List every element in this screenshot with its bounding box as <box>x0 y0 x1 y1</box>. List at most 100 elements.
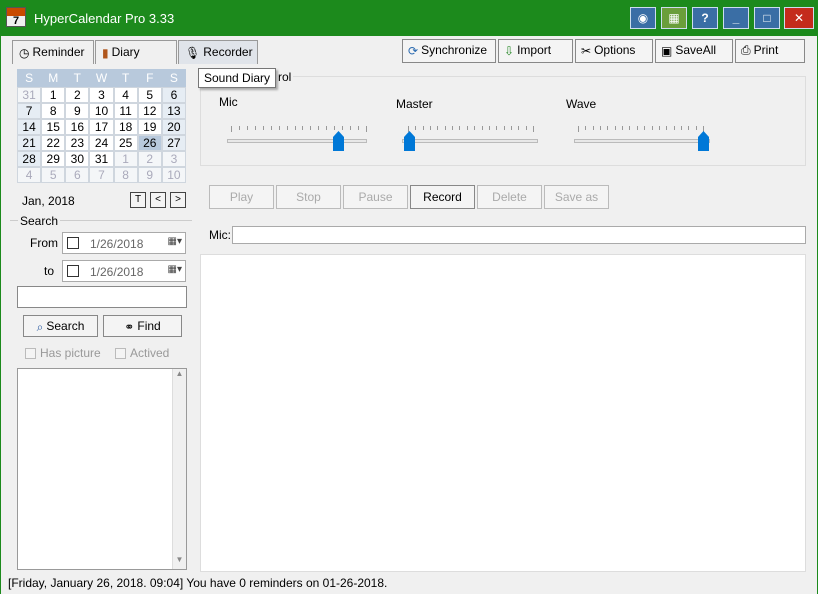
calendar-day[interactable]: 29 <box>41 151 66 167</box>
tab-reminder[interactable]: ◷ Reminder <box>12 40 94 64</box>
calendar-day[interactable]: 6 <box>161 87 186 103</box>
calendar-day[interactable]: 22 <box>41 135 66 151</box>
calendar-day[interactable]: 8 <box>113 167 138 183</box>
skin-icon[interactable]: ◉ <box>630 7 656 29</box>
calendar-day[interactable]: 25 <box>113 135 138 151</box>
weekday-label: S <box>169 71 178 85</box>
actived-box[interactable] <box>115 348 126 360</box>
calendar-day[interactable]: 4 <box>17 167 42 183</box>
calendar-day[interactable]: 10 <box>161 167 186 183</box>
calendar-day[interactable]: 23 <box>65 135 90 151</box>
play-button[interactable]: Play <box>209 185 274 209</box>
calendar-day[interactable]: 15 <box>41 119 66 135</box>
from-date-checkbox[interactable] <box>67 237 79 249</box>
record-button[interactable]: Record <box>410 185 475 209</box>
wave-volume-label: Wave <box>566 97 597 111</box>
mic-device-field[interactable] <box>232 226 806 244</box>
tooltip: Sound Diary <box>198 68 277 88</box>
calendar-day[interactable]: 1 <box>41 87 66 103</box>
to-label: to <box>44 264 55 278</box>
to-date-checkbox[interactable] <box>67 265 79 277</box>
today-button[interactable]: T <box>130 192 146 208</box>
calendar-day[interactable]: 4 <box>113 87 138 103</box>
calendar-day[interactable]: 5 <box>137 87 162 103</box>
calendar-dropdown-icon[interactable]: ▦▾ <box>168 236 182 247</box>
options-button[interactable]: ✂ Options <box>575 39 653 63</box>
calendar-day[interactable]: 11 <box>113 103 138 119</box>
calendar-day[interactable]: 2 <box>65 87 90 103</box>
import-button[interactable]: ⇩ Import <box>498 39 573 63</box>
help-icon[interactable]: ? <box>692 7 718 29</box>
calendar-day[interactable]: 31 <box>17 87 42 103</box>
delete-button[interactable]: Delete <box>477 185 542 209</box>
master-slider-track[interactable] <box>402 139 538 143</box>
microphone-icon: 🎙 <box>185 45 201 60</box>
calendar-day[interactable]: 13 <box>161 103 186 119</box>
calendar-day[interactable]: 31 <box>89 151 114 167</box>
scroll-down-icon[interactable]: ▼ <box>173 555 186 569</box>
calendar-day[interactable]: 16 <box>65 119 90 135</box>
calendar-dropdown-icon[interactable]: ▦▾ <box>168 264 182 275</box>
calendar-day[interactable]: 3 <box>161 151 186 167</box>
calendar-day[interactable]: 20 <box>161 119 186 135</box>
calendar-day[interactable]: 10 <box>89 103 114 119</box>
calendar-day[interactable]: 9 <box>137 167 162 183</box>
calendar-day[interactable]: 8 <box>41 103 66 119</box>
print-button[interactable]: ⎙ Print <box>735 39 805 63</box>
mic-slider-track[interactable] <box>227 139 367 143</box>
calendar-day[interactable]: 7 <box>17 103 42 119</box>
maximize-icon[interactable]: □ <box>754 7 780 29</box>
calendar-day[interactable]: 18 <box>113 119 138 135</box>
calendar-day[interactable]: 3 <box>89 87 114 103</box>
save-as-button[interactable]: Save as <box>544 185 609 209</box>
calendar-day[interactable]: 14 <box>17 119 42 135</box>
calendar-day[interactable]: 19 <box>137 119 162 135</box>
calendar-day[interactable]: 17 <box>89 119 114 135</box>
weekday-label: W <box>95 71 108 85</box>
has-picture-box[interactable] <box>25 348 36 360</box>
has-picture-checkbox[interactable]: Has picture <box>25 346 101 360</box>
find-button[interactable]: ⚭ Find <box>103 315 182 337</box>
colors-icon[interactable]: ▦ <box>661 7 687 29</box>
import-icon: ⇩ <box>504 43 515 58</box>
close-icon[interactable]: ✕ <box>784 7 814 29</box>
calendar-day[interactable]: 9 <box>65 103 90 119</box>
search-group-label: Search <box>18 214 61 228</box>
prev-month-button[interactable]: < <box>150 192 166 208</box>
next-month-button[interactable]: > <box>170 192 186 208</box>
tab-diary[interactable]: ▮ Diary <box>95 40 177 64</box>
weekday-label: T <box>73 71 82 85</box>
master-volume-label: Master <box>396 97 433 111</box>
calendar-weekday-header: SMTWTFS <box>17 69 186 87</box>
from-date-picker[interactable]: 1/26/2018 ▦▾ <box>62 232 186 254</box>
calendar-day[interactable]: 2 <box>137 151 162 167</box>
search-results-list[interactable]: ▲ ▼ <box>17 368 187 570</box>
to-date-picker[interactable]: 1/26/2018 ▦▾ <box>62 260 186 282</box>
vertical-scrollbar[interactable]: ▲ ▼ <box>172 369 186 569</box>
search-input[interactable] <box>17 286 187 308</box>
calendar-day[interactable]: 6 <box>65 167 90 183</box>
stop-button[interactable]: Stop <box>276 185 341 209</box>
calendar-day[interactable]: 5 <box>41 167 66 183</box>
wave-slider-track[interactable] <box>574 139 710 143</box>
calendar-day[interactable]: 30 <box>65 151 90 167</box>
tab-recorder[interactable]: 🎙 Recorder <box>178 40 258 64</box>
recordings-area[interactable] <box>200 254 806 572</box>
volume-group-label: rol <box>276 70 294 84</box>
calendar-day[interactable]: 26 <box>137 135 162 151</box>
search-button[interactable]: ⌕ Search <box>23 315 98 337</box>
app-logo-icon[interactable]: 7 <box>6 7 26 27</box>
saveall-button[interactable]: ▣ SaveAll <box>655 39 733 63</box>
calendar-day[interactable]: 21 <box>17 135 42 151</box>
calendar-day[interactable]: 27 <box>161 135 186 151</box>
actived-checkbox[interactable]: Actived <box>115 346 169 360</box>
scroll-up-icon[interactable]: ▲ <box>173 369 186 383</box>
calendar-day[interactable]: 24 <box>89 135 114 151</box>
calendar-day[interactable]: 12 <box>137 103 162 119</box>
minimize-icon[interactable]: _ <box>723 7 749 29</box>
pause-button[interactable]: Pause <box>343 185 408 209</box>
calendar-day[interactable]: 28 <box>17 151 42 167</box>
synchronize-button[interactable]: ⟳ Synchronize <box>402 39 496 63</box>
calendar-day[interactable]: 1 <box>113 151 138 167</box>
calendar-day[interactable]: 7 <box>89 167 114 183</box>
